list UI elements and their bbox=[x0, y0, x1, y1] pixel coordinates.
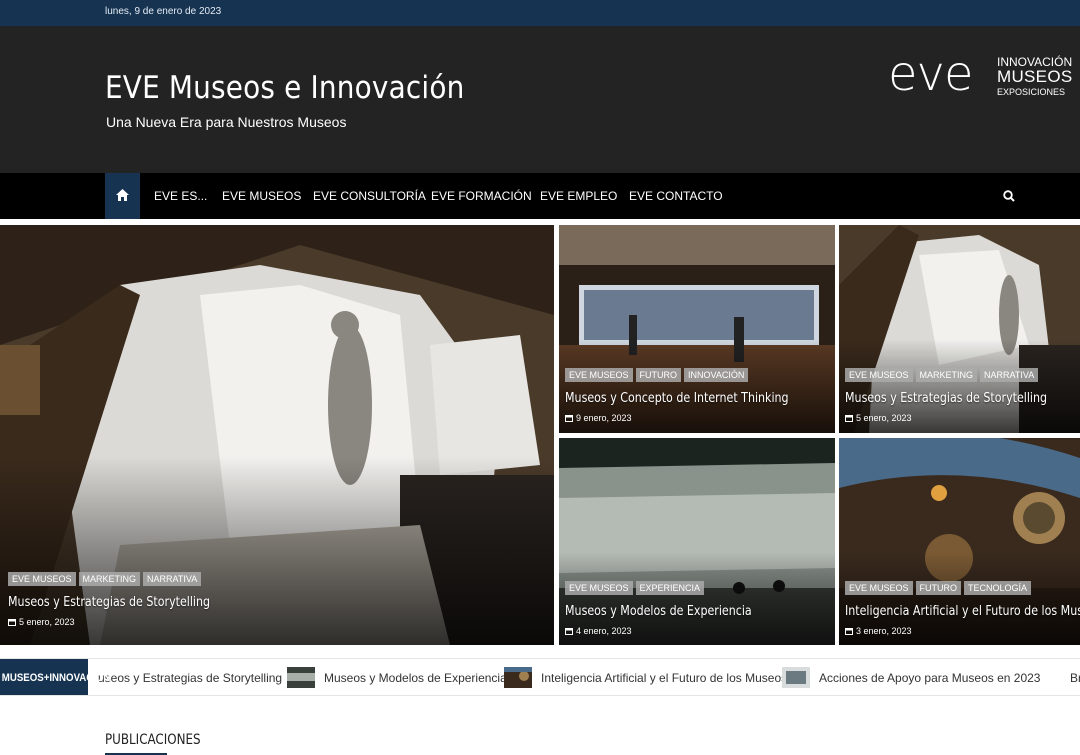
post-title[interactable]: Inteligencia Artificial y el Futuro de l… bbox=[845, 603, 1080, 619]
main-navigation: EVE ES... EVE MUSEOS EVE CONSULTORÍA EVE… bbox=[0, 173, 1080, 219]
nav-item-eve-consultoria[interactable]: EVE CONSULTORÍA bbox=[313, 189, 426, 203]
calendar-icon bbox=[565, 415, 573, 422]
ticker-item[interactable]: Inteligencia Artificial y el Futuro de l… bbox=[541, 671, 787, 685]
featured-post-experiencia[interactable]: EVE MUSEOS EXPERIENCIA Museos y Modelos … bbox=[559, 438, 835, 645]
site-title[interactable]: EVE Museos e Innovación bbox=[105, 70, 464, 106]
category-tag[interactable]: EVE MUSEOS bbox=[845, 581, 913, 595]
post-title[interactable]: Museos y Modelos de Experiencia bbox=[565, 603, 752, 619]
ticker-item[interactable]: Br bbox=[1070, 671, 1080, 685]
ticker-thumbnail[interactable] bbox=[504, 667, 532, 688]
post-date: 9 enero, 2023 bbox=[565, 413, 632, 423]
category-tag[interactable]: MARKETING bbox=[915, 368, 978, 382]
category-tag[interactable]: EVE MUSEOS bbox=[565, 581, 633, 595]
site-logo[interactable]: eve INNOVACIÓN MUSEOS EXPOSICIONES bbox=[888, 46, 1072, 104]
post-date: 4 enero, 2023 bbox=[565, 626, 632, 636]
post-date: 3 enero, 2023 bbox=[845, 626, 912, 636]
home-icon bbox=[116, 189, 129, 201]
ticker-item[interactable]: useos y Estrategias de Storytelling bbox=[98, 671, 282, 685]
category-tag[interactable]: EVE MUSEOS bbox=[565, 368, 633, 382]
calendar-icon bbox=[845, 628, 853, 635]
ticker-item[interactable]: Museos y Modelos de Experiencia bbox=[324, 671, 507, 685]
nav-home-button[interactable] bbox=[105, 173, 140, 219]
section-heading: PUBLICACIONES bbox=[105, 732, 201, 748]
category-tag[interactable]: NARRATIVA bbox=[143, 572, 202, 586]
category-tag[interactable]: EVE MUSEOS bbox=[8, 572, 76, 586]
post-date: 5 enero, 2023 bbox=[8, 617, 75, 627]
post-categories: EVE MUSEOS MARKETING NARRATIVA bbox=[8, 572, 202, 586]
site-tagline: Una Nueva Era para Nuestros Museos bbox=[106, 114, 347, 130]
nav-item-eve-contacto[interactable]: EVE CONTACTO bbox=[629, 189, 723, 203]
calendar-icon bbox=[845, 415, 853, 422]
category-tag[interactable]: FUTURO bbox=[915, 581, 962, 595]
category-tag[interactable]: FUTURO bbox=[635, 368, 682, 382]
category-tag[interactable]: TECNOLOGÍA bbox=[964, 581, 1032, 595]
logo-line-3: EXPOSICIONES bbox=[997, 87, 1066, 97]
search-icon[interactable] bbox=[1003, 190, 1015, 202]
calendar-icon bbox=[8, 619, 16, 626]
post-title[interactable]: Museos y Estrategias de Storytelling bbox=[845, 390, 1047, 406]
featured-post-storytelling[interactable]: EVE MUSEOS MARKETING NARRATIVA Museos y … bbox=[839, 225, 1080, 433]
category-tag[interactable]: INNOVACIÓN bbox=[684, 368, 749, 382]
nav-item-eve-empleo[interactable]: EVE EMPLEO bbox=[540, 189, 617, 203]
featured-post-large[interactable]: EVE MUSEOS MARKETING NARRATIVA Museos y … bbox=[0, 225, 554, 645]
category-tag[interactable]: EVE MUSEOS bbox=[845, 368, 913, 382]
post-title[interactable]: Museos y Estrategias de Storytelling bbox=[8, 594, 210, 610]
ticker-label: MUSEOS+INNOVACIÓN bbox=[0, 659, 110, 695]
featured-post-inteligencia-artificial[interactable]: EVE MUSEOS FUTURO TECNOLOGÍA Inteligenci… bbox=[839, 438, 1080, 645]
top-bar: lunes, 9 de enero de 2023 bbox=[0, 0, 1080, 26]
ticker-thumbnail[interactable] bbox=[287, 667, 315, 688]
current-date: lunes, 9 de enero de 2023 bbox=[105, 6, 222, 17]
post-date: 5 enero, 2023 bbox=[845, 413, 912, 423]
category-tag[interactable]: MARKETING bbox=[78, 572, 141, 586]
logo-line-2: MUSEOS bbox=[997, 67, 1073, 86]
nav-item-eve-es[interactable]: EVE ES... bbox=[154, 189, 207, 203]
post-title[interactable]: Museos y Concepto de Internet Thinking bbox=[565, 390, 789, 406]
news-ticker: useos y Estrategias de Storytelling Muse… bbox=[0, 658, 1080, 696]
ticker-item[interactable]: Acciones de Apoyo para Museos en 2023 bbox=[819, 671, 1040, 685]
category-tag[interactable]: EXPERIENCIA bbox=[635, 581, 705, 595]
nav-item-eve-formacion[interactable]: EVE FORMACIÓN bbox=[431, 189, 532, 203]
logo-mark: eve bbox=[888, 46, 973, 102]
nav-item-eve-museos[interactable]: EVE MUSEOS bbox=[222, 189, 301, 203]
ticker-thumbnail[interactable] bbox=[782, 667, 810, 688]
category-tag[interactable]: NARRATIVA bbox=[980, 368, 1039, 382]
calendar-icon bbox=[565, 628, 573, 635]
featured-post-internet-thinking[interactable]: EVE MUSEOS FUTURO INNOVACIÓN Museos y Co… bbox=[559, 225, 835, 433]
site-header: EVE Museos e Innovación Una Nueva Era pa… bbox=[0, 26, 1080, 173]
